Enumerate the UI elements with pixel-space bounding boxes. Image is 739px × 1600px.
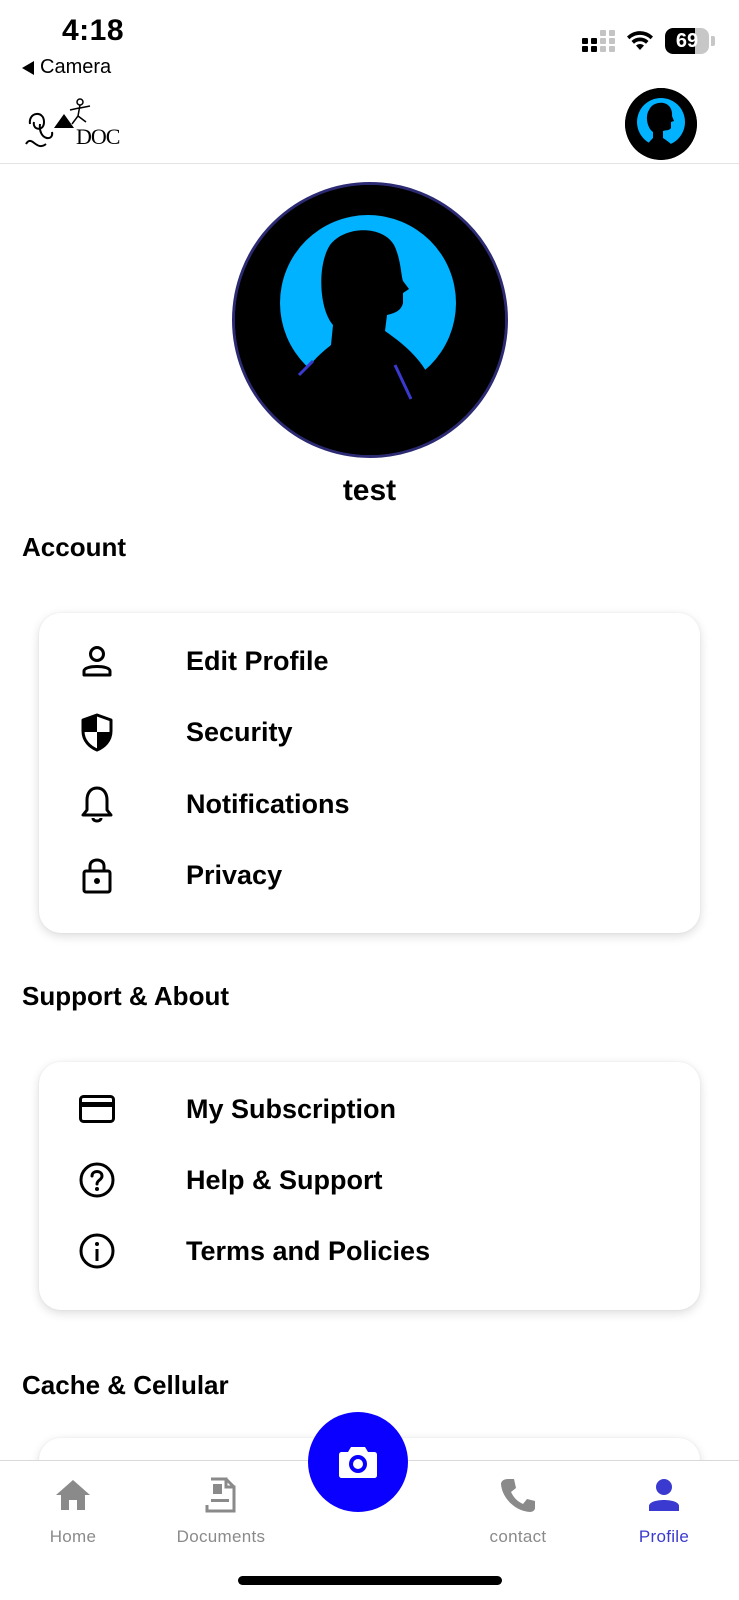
- credit-card-icon: [77, 1089, 117, 1129]
- security-label: Security: [186, 716, 293, 747]
- logo-text: DOC: [76, 124, 120, 149]
- nav-home[interactable]: Home: [13, 1461, 133, 1561]
- profile-avatar[interactable]: [232, 182, 508, 458]
- person-icon: [644, 1475, 684, 1515]
- my-subscription-item[interactable]: My Subscription: [39, 1079, 700, 1139]
- notifications-item[interactable]: Notifications: [39, 774, 700, 834]
- terms-policies-item[interactable]: Terms and Policies: [39, 1221, 700, 1281]
- user-avatar-icon: [625, 88, 697, 160]
- wifi-icon: [627, 31, 653, 50]
- nav-contact-label: contact: [489, 1527, 547, 1546]
- home-icon: [53, 1475, 93, 1515]
- profile-screen: 4:18 Camera 69 DOC test Account Edit Pro…: [0, 0, 739, 1600]
- privacy-label: Privacy: [186, 859, 283, 890]
- account-card: Edit Profile Security Notifications Priv…: [39, 613, 700, 933]
- notifications-label: Notifications: [186, 788, 350, 819]
- section-title-cache: Cache & Cellular: [22, 1370, 229, 1400]
- lock-icon: [77, 855, 117, 895]
- info-circle-icon: [77, 1231, 117, 1271]
- nav-documents[interactable]: Documents: [161, 1461, 281, 1561]
- support-card: My Subscription Help & Support Terms and…: [39, 1062, 700, 1310]
- document-icon: [201, 1475, 241, 1515]
- home-indicator[interactable]: [238, 1576, 502, 1585]
- person-outline-icon: [77, 641, 117, 681]
- nav-profile-label: Profile: [638, 1527, 690, 1546]
- edit-profile-item[interactable]: Edit Profile: [39, 631, 700, 691]
- profile-silhouette-icon: [235, 185, 505, 455]
- shield-icon: [77, 712, 117, 752]
- edit-profile-label: Edit Profile: [186, 645, 329, 676]
- app-header: DOC: [0, 84, 739, 164]
- back-app-label: Camera: [40, 56, 112, 78]
- profile-name: test: [342, 474, 397, 507]
- section-title-support: Support & About: [22, 981, 229, 1011]
- nav-home-label: Home: [49, 1527, 97, 1546]
- help-support-item[interactable]: Help & Support: [39, 1150, 700, 1210]
- battery-tip: [711, 36, 715, 46]
- nav-profile[interactable]: Profile: [604, 1461, 724, 1561]
- section-title-account: Account: [22, 532, 126, 562]
- camera-fab-button[interactable]: [308, 1412, 408, 1512]
- back-arrow-icon: [22, 60, 34, 75]
- nav-documents-label: Documents: [176, 1527, 266, 1546]
- terms-policies-label: Terms and Policies: [186, 1235, 431, 1266]
- status-time: 4:18: [62, 14, 125, 47]
- back-to-camera-link[interactable]: Camera: [22, 56, 111, 79]
- bell-icon: [77, 784, 117, 824]
- cellular-signal-icon: [582, 30, 615, 52]
- help-circle-icon: [77, 1160, 117, 1200]
- camera-icon: [339, 1447, 377, 1478]
- nav-contact[interactable]: contact: [458, 1461, 578, 1561]
- app-logo[interactable]: DOC: [24, 94, 120, 156]
- privacy-item[interactable]: Privacy: [39, 845, 700, 905]
- phone-icon: [498, 1475, 538, 1515]
- my-subscription-label: My Subscription: [186, 1093, 397, 1124]
- status-indicators: 69: [582, 28, 715, 54]
- battery-indicator: 69: [665, 28, 709, 54]
- header-avatar[interactable]: [625, 88, 697, 160]
- help-support-label: Help & Support: [186, 1164, 383, 1195]
- battery-level: 69: [675, 29, 699, 52]
- security-item[interactable]: Security: [39, 702, 700, 762]
